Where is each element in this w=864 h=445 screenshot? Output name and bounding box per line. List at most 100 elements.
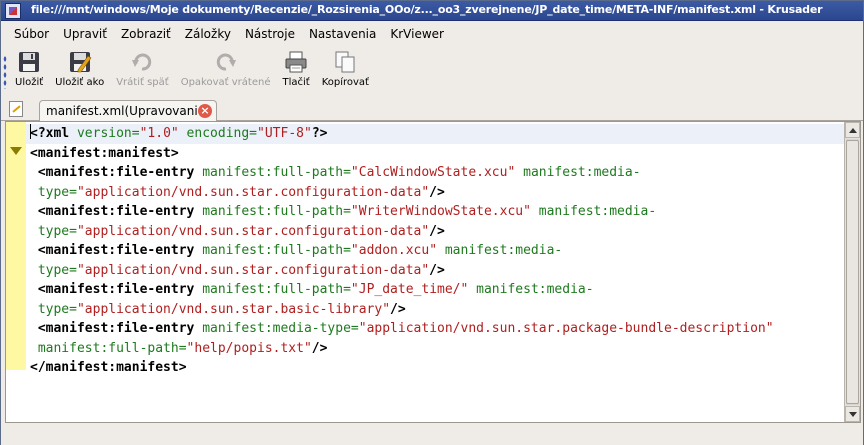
code-token: /> xyxy=(311,340,328,356)
menu-bookmarks[interactable]: Záložky xyxy=(178,23,238,45)
code-token: <manifest:file-entry xyxy=(37,282,195,297)
code-token: /> xyxy=(429,184,445,200)
redo-button[interactable]: Opakovať vrátené xyxy=(175,47,277,97)
code-token: <?xml xyxy=(30,126,70,141)
main-toolbar: Uložiť Uložiť ako Vrátiť späť Opakovať v… xyxy=(1,47,863,97)
code-token: manifest:media- xyxy=(468,282,594,297)
vertical-scrollbar[interactable] xyxy=(844,122,860,422)
code-token: "application/vnd.sun.star.package-bundle… xyxy=(358,321,774,336)
code-line[interactable]: type="application/vnd.sun.star.configura… xyxy=(30,183,853,203)
code-token: version= xyxy=(69,126,140,141)
code-line[interactable]: <manifest:file-entry manifest:media-type… xyxy=(30,319,853,339)
code-token: <manifest:manifest> xyxy=(30,145,179,161)
code-token: "application/vnd.sun.star.configuration-… xyxy=(76,223,430,239)
code-line[interactable]: type="application/vnd.sun.star.configura… xyxy=(30,261,853,281)
krusader-editor-window: file:///mnt/windows/Moje dokumenty/Recen… xyxy=(0,0,864,445)
code-token: "help/popis.txt" xyxy=(186,340,312,356)
menu-file[interactable]: Súbor xyxy=(7,23,56,45)
krusader-app-icon[interactable] xyxy=(5,3,21,19)
toolbar-grip-handle[interactable] xyxy=(3,55,7,89)
fold-triangle-icon[interactable] xyxy=(10,147,22,155)
window-title: file:///mnt/windows/Moje dokumenty/Recen… xyxy=(31,3,823,16)
copy-label: Kopírovať xyxy=(321,77,369,88)
code-area[interactable]: <?xml version="1.0" encoding="UTF-8"?> <m… xyxy=(26,124,853,378)
code-token: <manifest:file-entry xyxy=(37,243,195,258)
code-token: /> xyxy=(429,223,445,239)
code-line[interactable]: <?xml version="1.0" encoding="UTF-8"?> xyxy=(26,124,853,144)
menu-tools[interactable]: Nástroje xyxy=(238,23,302,45)
code-line[interactable]: <manifest:file-entry manifest:full-path=… xyxy=(30,202,853,222)
scroll-up-arrow-icon[interactable] xyxy=(845,122,860,138)
document-tab-bar: manifest.xml(Upravovanie) × xyxy=(1,98,863,122)
redo-arrow-icon xyxy=(214,50,238,74)
save-as-button[interactable]: Uložiť ako xyxy=(49,47,110,97)
code-token: "WriterWindowState.xcu" xyxy=(350,204,531,219)
save-as-label: Uložiť ako xyxy=(55,77,105,88)
code-token: manifest:media- xyxy=(530,204,657,219)
menu-krviewer[interactable]: KrViewer xyxy=(383,23,451,45)
code-line[interactable]: <manifest:manifest> xyxy=(30,144,853,164)
print-button[interactable]: Tlačiť xyxy=(276,47,315,97)
code-line[interactable]: type="application/vnd.sun.star.configura… xyxy=(30,222,853,242)
code-line[interactable]: <manifest:file-entry manifest:full-path=… xyxy=(30,280,853,300)
code-token: "JP_date_time/" xyxy=(350,282,469,297)
copy-button[interactable]: Kopírovať xyxy=(316,47,375,97)
save-button[interactable]: Uložiť xyxy=(9,47,49,97)
code-token: manifest:media-type= xyxy=(194,321,359,336)
menu-bar: Súbor Upraviť Zobraziť Záložky Nástroje … xyxy=(1,23,863,45)
redo-label: Opakovať vrátené xyxy=(180,77,271,88)
menu-edit[interactable]: Upraviť xyxy=(56,23,114,45)
code-token: "1.0" xyxy=(139,126,179,141)
code-token: "application/vnd.sun.star.configuration-… xyxy=(76,262,430,278)
code-line[interactable]: type="application/vnd.sun.star.basic-lib… xyxy=(30,300,853,320)
code-token: manifest:media- xyxy=(437,243,563,258)
code-token: </manifest:manifest> xyxy=(30,360,187,375)
code-token: "application/vnd.sun.star.configuration-… xyxy=(76,184,430,200)
code-token: /> xyxy=(390,301,406,317)
tab-label: manifest.xml(Upravovanie) xyxy=(46,104,210,118)
scroll-thumb[interactable] xyxy=(846,140,859,404)
code-line[interactable]: manifest:full-path="help/popis.txt"/> xyxy=(30,339,853,359)
code-token: manifest:full-path= xyxy=(30,340,187,356)
code-token: "CalcWindowState.xcu" xyxy=(350,165,516,180)
tab-manifest-xml[interactable]: manifest.xml(Upravovanie) × xyxy=(39,100,217,122)
title-bar[interactable]: file:///mnt/windows/Moje dokumenty/Recen… xyxy=(1,1,863,21)
document-edit-icon xyxy=(9,101,23,117)
menu-view[interactable]: Zobraziť xyxy=(114,23,178,45)
bottom-bar xyxy=(1,425,863,445)
close-tab-icon[interactable]: × xyxy=(198,104,212,118)
code-token: "application/vnd.sun.star.basic-library" xyxy=(76,301,391,317)
code-token: ?> xyxy=(311,126,328,141)
code-line[interactable]: </manifest:manifest> xyxy=(30,358,853,378)
code-line[interactable]: <manifest:file-entry manifest:full-path=… xyxy=(30,163,853,183)
text-editor[interactable]: <?xml version="1.0" encoding="UTF-8"?> <m… xyxy=(5,121,861,423)
menu-settings[interactable]: Nastavenia xyxy=(302,23,383,45)
code-token: manifest:full-path= xyxy=(194,204,351,219)
code-token: /> xyxy=(429,262,445,278)
code-token: manifest:media- xyxy=(515,165,641,180)
save-label: Uložiť xyxy=(15,77,44,88)
fold-gutter[interactable] xyxy=(6,122,26,370)
undo-button[interactable]: Vrátiť späť xyxy=(110,47,175,97)
code-token: <manifest:file-entry xyxy=(37,321,195,336)
scroll-down-arrow-icon[interactable] xyxy=(845,406,860,422)
code-token: "UTF-8" xyxy=(257,126,312,141)
code-token: <manifest:file-entry xyxy=(37,204,195,219)
floppy-disk-icon xyxy=(17,50,41,74)
code-line[interactable]: <manifest:file-entry manifest:full-path=… xyxy=(30,241,853,261)
code-token: type= xyxy=(30,262,77,278)
code-token: type= xyxy=(30,223,77,239)
code-token: type= xyxy=(30,184,77,200)
code-token: manifest:full-path= xyxy=(194,165,351,180)
undo-label: Vrátiť späť xyxy=(116,77,169,88)
code-token: <manifest:file-entry xyxy=(37,165,195,180)
print-label: Tlačiť xyxy=(282,77,310,88)
copy-pages-icon xyxy=(333,50,357,74)
code-token: "addon.xcu" xyxy=(350,243,438,258)
code-token: manifest:full-path= xyxy=(194,282,351,297)
printer-icon xyxy=(284,50,308,74)
